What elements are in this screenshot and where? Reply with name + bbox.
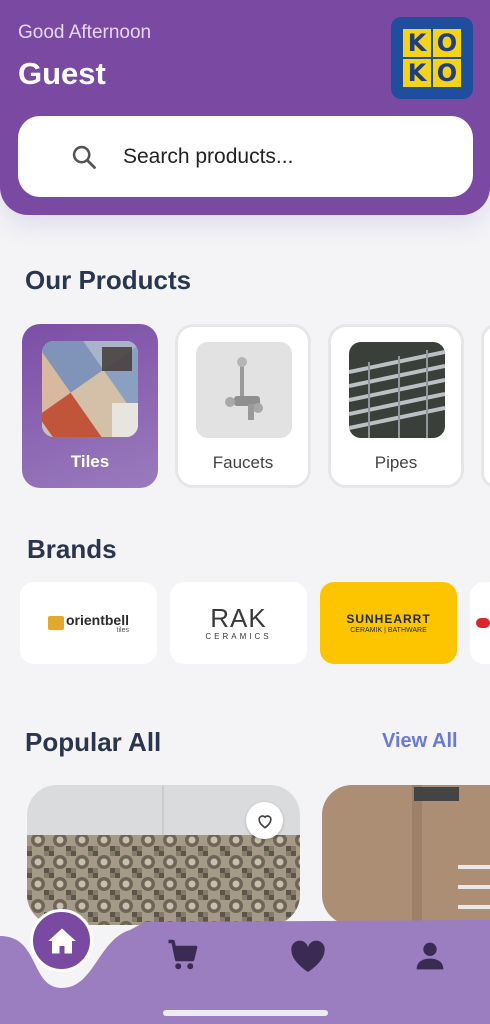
faucets-image [196, 342, 292, 438]
brand-card-orientbell[interactable]: orientbell tiles [20, 582, 157, 664]
brand-card-partial[interactable] [470, 582, 490, 664]
brand-name: orientbell [65, 611, 129, 628]
koko-logo[interactable]: K O K O [391, 17, 473, 99]
product-card-partial[interactable] [481, 324, 490, 488]
tiles-image [42, 341, 138, 437]
brand-sub: CERAMIK | BATHWARE [350, 626, 427, 634]
heart-outline-icon [257, 814, 272, 829]
brand-name: RAK [210, 603, 267, 633]
favorite-button[interactable] [246, 802, 283, 839]
pipes-image [349, 342, 445, 438]
brand-sub: CERAMICS [205, 632, 272, 641]
header: Good Afternoon Guest K O K O [0, 0, 490, 215]
product-image [322, 785, 490, 925]
logo-letter: K [403, 29, 431, 57]
user-name: Guest [18, 56, 106, 91]
brand-card-sunhearrt[interactable]: SUNHEARRT CERAMIK | BATHWARE [320, 582, 457, 664]
products-title: Our Products [25, 265, 192, 295]
logo-letter: K [403, 59, 431, 87]
sunhearrt-logo: SUNHEARRT CERAMIK | BATHWARE [346, 613, 430, 634]
nav-home-button[interactable] [30, 909, 93, 972]
brand-card-rak[interactable]: RAK CERAMICS [170, 582, 307, 664]
product-card-faucets[interactable]: Faucets [175, 324, 311, 488]
nav-profile-button[interactable] [410, 936, 450, 976]
search-bar[interactable] [18, 116, 473, 197]
popular-product-card[interactable] [322, 785, 490, 925]
logo-letter: O [433, 59, 461, 87]
nav-favorites-button[interactable] [288, 937, 328, 977]
view-all-link[interactable]: View All [382, 730, 458, 753]
brand-sub: tiles [116, 626, 129, 634]
product-label: Tiles [70, 452, 110, 471]
search-icon [72, 145, 96, 169]
brands-title: Brands [27, 534, 117, 564]
popular-title: Popular All [25, 727, 162, 757]
product-label: Faucets [212, 453, 274, 472]
product-card-tiles[interactable]: Tiles [22, 324, 158, 488]
product-label: Pipes [374, 453, 418, 472]
partial-brand-logo [476, 618, 490, 628]
heart-icon [291, 940, 325, 972]
rak-logo: RAK CERAMICS [205, 605, 271, 641]
brand-name: SUNHEARRT [346, 611, 431, 626]
product-card-pipes[interactable]: Pipes [328, 324, 464, 488]
home-icon [47, 928, 76, 953]
orientbell-logo: orientbell tiles [47, 611, 129, 634]
search-input[interactable] [123, 140, 453, 174]
cart-icon [168, 939, 198, 970]
greeting-text: Good Afternoon [18, 22, 152, 43]
nav-cart-button[interactable] [162, 935, 202, 975]
logo-letter: O [433, 29, 461, 57]
home-indicator [163, 1010, 328, 1016]
person-icon [416, 942, 444, 970]
